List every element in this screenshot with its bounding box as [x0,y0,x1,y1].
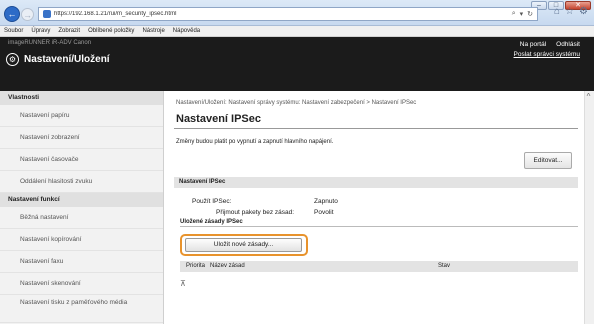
policy-table-header: Priorita Název zásad Stav [180,261,578,272]
url-text[interactable]: https://192.168.1.21/rui/m_security_ipse… [54,11,512,17]
sidebar: Vlastnosti Nastavení papíru Nastavení zo… [0,91,164,324]
sidebar-item-volume[interactable]: Oddálení hlasitosti zvuku [0,171,163,193]
sidebar-item-fax[interactable]: Nastavení faxu [0,251,163,273]
menu-tools[interactable]: Nástroje [142,28,164,34]
page-icon [43,10,51,18]
portal-link[interactable]: Na portál [520,41,546,48]
forward-button[interactable]: → [21,8,34,21]
restart-notice: Změny budou platit po vypnutí a zapnutí … [176,139,334,145]
use-ipsec-value: Zapnuto [314,198,338,205]
address-bar[interactable]: https://192.168.1.21/rui/m_security_ipse… [38,7,538,21]
sidebar-item-copy[interactable]: Nastavení kopírování [0,229,163,251]
app-title: Nastavení/Uložení [24,54,110,65]
saved-policies-divider [180,226,578,227]
back-to-top-icon[interactable]: ⊼ [180,279,186,288]
column-status: Stav [438,263,451,269]
page-title: Nastavení IPSec [176,113,261,125]
section-header: Nastavení IPSec [174,177,578,188]
mail-admin-link[interactable]: Poslat správci systému [514,51,580,58]
sidebar-item-paper[interactable]: Nastavení papíru [0,105,163,127]
search-icon[interactable]: ⌕ [512,10,516,18]
sidebar-item-display[interactable]: Nastavení zobrazení [0,127,163,149]
edit-button[interactable]: Editovat... [524,152,572,169]
menu-view[interactable]: Zobrazit [58,28,80,34]
menu-favorites[interactable]: Oblíbené položky [88,28,134,34]
column-policy-name: Název zásad [210,263,245,269]
sidebar-heading-functions: Nastavení funkcí [0,193,163,207]
home-icon[interactable]: ⌂ [554,6,560,17]
settings-logo-icon: ⚙ [6,53,19,66]
menu-help[interactable]: Nápověda [173,28,200,34]
sidebar-item-common[interactable]: Běžná nastavení [0,207,163,229]
favorites-icon[interactable]: ☆ [565,6,574,17]
refresh-icon[interactable]: ↻ [527,10,533,18]
use-ipsec-label: Použít IPSec: [192,198,232,205]
page-scrollbar[interactable] [584,91,594,324]
breadcrumb: Nastavení/Uložení: Nastavení správy syst… [176,100,417,106]
app-header: imageRUNNER iR-ADV Canon Na portál Odhlá… [0,37,594,91]
browser-menubar: Soubor Úpravy Zobrazit Oblíbené položky … [0,26,594,37]
device-name: imageRUNNER iR-ADV Canon [8,40,92,46]
accept-packets-label: Přijmout pakety bez zásad: [216,209,295,216]
accept-packets-value: Povolit [314,209,334,216]
settings-icon[interactable]: ⚙ [579,6,588,17]
menu-file[interactable]: Soubor [4,28,23,34]
scroll-up-icon[interactable]: ^ [584,92,593,101]
main-content: Nastavení/Uložení: Nastavení správy syst… [172,91,580,324]
register-new-policy-button[interactable]: Uložit nové zásady... [185,238,302,252]
sidebar-item-media-print[interactable]: Nastavení tisku z paměťového média [0,295,163,323]
column-priority: Priorita [186,263,206,269]
title-divider [174,128,578,129]
sidebar-heading-preferences: Vlastnosti [0,91,163,105]
sidebar-item-timer[interactable]: Nastavení časovače [0,149,163,171]
saved-policies-heading: Uložené zásady IPSec [180,219,243,225]
menu-edit[interactable]: Úpravy [31,28,50,34]
logout-link[interactable]: Odhlásit [556,41,580,48]
dropdown-icon[interactable]: ▾ [520,10,524,18]
sidebar-item-scan[interactable]: Nastavení skenování [0,273,163,295]
browser-toolbar: – □ ✕ ← → https://192.168.1.21/rui/m_sec… [0,0,594,26]
back-button[interactable]: ← [4,6,20,22]
